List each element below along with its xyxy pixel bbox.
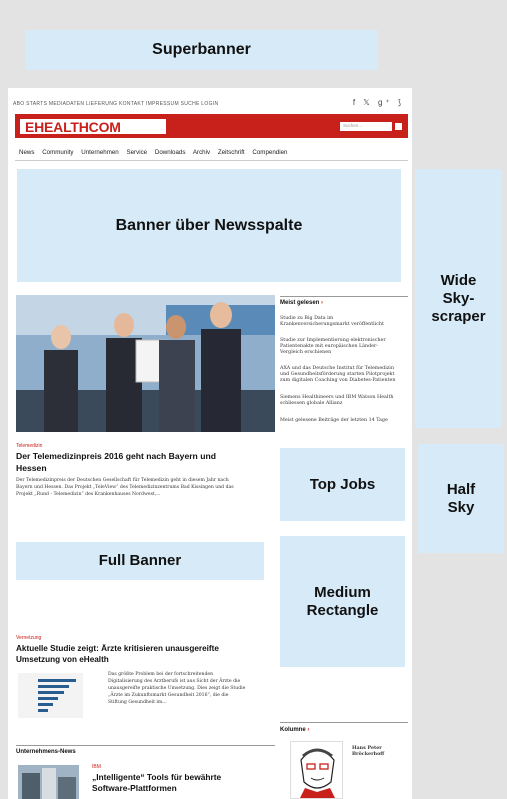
nav-item-community[interactable]: Community (42, 149, 73, 156)
medium-rectangle-label-2: Rectangle (306, 601, 379, 619)
company-news-headline-1[interactable]: „Intelligente“ Tools für bewährte (92, 772, 221, 782)
article2-headline-2[interactable]: Umsetzung von eHealth (16, 655, 109, 664)
company-news-headline-2[interactable]: Software-Plattformen (92, 783, 177, 793)
article1-teaser-3: Projekt „Rund - Telemedizin“ des Kranken… (16, 492, 161, 497)
article1-headline-1[interactable]: Der Telemedizinpreis 2016 geht nach Baye… (16, 451, 216, 461)
medium-rectangle-ad[interactable]: Medium Rectangle (280, 536, 405, 667)
most-read-item-line: zum digitalen Coaching von Diabetes-Pati… (280, 378, 396, 383)
nav-item-downloads[interactable]: Downloads (155, 149, 186, 156)
thumbnail-bar (38, 703, 53, 706)
thumbnail-bar (38, 709, 48, 712)
column-title: Kolumne › (280, 727, 309, 733)
column-rule (280, 722, 408, 723)
article2-teaser-5: Stiftung Gesundheit im... (108, 700, 167, 705)
search-input[interactable]: Suchen... (340, 122, 392, 131)
main-navigation: News Community Unternehmen Service Downl… (19, 149, 292, 156)
article2-teaser-1: Das größte Problem bei der fortschreiten… (108, 672, 214, 677)
columnist-name-line: Bröckerhoff (352, 751, 385, 757)
wide-skyscraper-ad[interactable]: Wide Sky- scraper (415, 169, 502, 428)
article2-teaser-3: unausgereifte praktische Umsetzung. Dies… (108, 686, 246, 691)
company-news-rule (16, 745, 275, 746)
thumbnail-bar (38, 679, 76, 682)
wide-skyscraper-label-1: Wide (440, 271, 477, 289)
most-read-item[interactable]: Studie zur Implementierung elektronische… (280, 338, 386, 356)
article1-teaser-2: Bayern und Hessen. Das Projekt „TeleView… (16, 485, 234, 490)
nav-item-news[interactable]: News (19, 149, 34, 156)
column-label: Kolumne (280, 727, 306, 733)
wide-skyscraper-label-2: Sky- (442, 289, 475, 307)
wide-skyscraper-label-3: scraper (431, 307, 486, 325)
most-read-item[interactable]: AXA und das Deutsche Institut für Teleme… (280, 366, 395, 384)
article2-headline-1[interactable]: Aktuelle Studie zeigt: Ärzte kritisieren… (16, 644, 219, 653)
medium-rectangle-label-1: Medium (314, 583, 371, 601)
site-logo[interactable]: EHEALTHCOM (20, 118, 166, 135)
columnist-name[interactable]: Hans Peter Bröckerhoff (352, 745, 384, 757)
article-hero-image[interactable] (16, 295, 275, 432)
most-read-item-line: Krankenversicherungsmarkt veröffentlicht (280, 322, 384, 327)
social-icons[interactable]: f 𝕏 g⁺ ⟆ (353, 98, 404, 107)
nav-item-unternehmen[interactable]: Unternehmen (81, 149, 119, 156)
search-button[interactable] (394, 122, 403, 131)
thumbnail-bar (38, 685, 69, 688)
most-read-item-line: schliessen globale Allianz (280, 401, 343, 406)
chevron-right-icon: › (307, 727, 310, 733)
columnist-caricature (300, 748, 335, 798)
half-skyscraper-ad[interactable]: Half Sky (418, 444, 504, 553)
most-read-label: Meist gelesen (280, 300, 320, 306)
most-read-rule (280, 296, 408, 297)
banner-news-column-ad[interactable]: Banner über Newsspalte (17, 169, 401, 282)
half-sky-label-2: Sky (447, 498, 475, 516)
nav-item-compendien[interactable]: Compendien (252, 149, 287, 156)
company-news-thumbnail[interactable] (18, 765, 79, 799)
award-photo (16, 295, 275, 432)
nav-item-service[interactable]: Service (126, 149, 147, 156)
top-jobs-ad[interactable]: Top Jobs (280, 448, 405, 521)
article2-kicker[interactable]: Vernetzung (16, 635, 41, 641)
most-read-item[interactable]: Studie zu Big Data im Krankenversicherun… (280, 316, 384, 328)
superbanner-ad[interactable]: Superbanner (25, 30, 378, 70)
company-news-kicker[interactable]: IBM (92, 764, 101, 770)
most-read-title: Meist gelesen › (280, 300, 323, 306)
article2-teaser-2: Digitalisierung des Arztberufs ist aus S… (108, 679, 241, 684)
top-links[interactable]: ABO STARTS MEDIADATEN LIEFERUNG KONTAKT … (13, 101, 218, 107)
columnist-avatar[interactable] (290, 741, 343, 799)
article2-teaser-4: „Ärzte im Zukunftsmarkt Gesundheit 2016“… (108, 693, 229, 698)
thumbnail-bar (38, 697, 58, 700)
logo-text: EHEALTHCOM (25, 118, 121, 135)
article1-kicker[interactable]: Telemedizin (16, 443, 42, 449)
article1-headline-2[interactable]: Hessen (16, 463, 47, 473)
nav-item-archiv[interactable]: Archiv (193, 149, 210, 156)
most-read-item[interactable]: Siemens Healthineers und IBM Watson Heal… (280, 395, 393, 407)
most-read-item-line: Vergleich erschienen (280, 350, 332, 355)
thumbnail-bar (38, 691, 64, 694)
chevron-right-icon: › (321, 300, 324, 306)
full-banner-ad[interactable]: Full Banner (16, 542, 264, 580)
nav-divider (15, 160, 408, 161)
half-sky-label-1: Half (446, 480, 476, 498)
building-image (18, 765, 79, 799)
most-read-footer[interactable]: Meist gelesene Beiträge der letzten 14 T… (280, 418, 388, 424)
company-news-title: Unternehmens-News (16, 749, 76, 755)
article2-chart-thumbnail[interactable] (18, 673, 83, 718)
site-header: EHEALTHCOM Suchen... (15, 114, 408, 138)
nav-item-zeitschrift[interactable]: Zeitschrift (218, 149, 245, 156)
article1-teaser-1: Der Telemedizinpreis der Deutschen Gesel… (16, 478, 229, 483)
